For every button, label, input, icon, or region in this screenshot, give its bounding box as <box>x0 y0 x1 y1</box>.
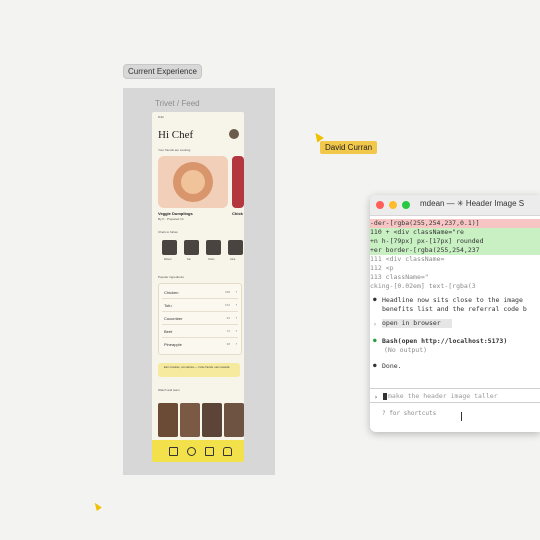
promo-text: Earn Cookies, not calories — Invite frie… <box>164 366 230 369</box>
input-divider <box>370 402 540 403</box>
recipe2-title: Chick <box>232 211 243 216</box>
frame-title[interactable]: Trivet / Feed <box>155 99 200 108</box>
recipe-author: By K · Prepared 1h <box>158 217 184 221</box>
pointer-cursor-icon <box>92 501 102 511</box>
collaborator-name: David Curran <box>320 141 378 154</box>
ingredient-count: 338 <box>224 290 230 294</box>
ingredient-count: 152 <box>224 303 230 307</box>
chevron-right-icon: › <box>235 302 237 307</box>
recipe-title: Veggie Dumplings <box>158 211 193 216</box>
search-icon[interactable] <box>187 447 196 456</box>
status-time: 9:41 <box>158 115 164 119</box>
chef-name: Kai <box>187 258 191 261</box>
chef-name: Orwin <box>208 258 215 261</box>
ingredient-name: Chicken <box>164 290 179 295</box>
chef-name: Robert <box>164 258 172 261</box>
ingredient-count: 94 <box>226 316 230 320</box>
chevron-right-icon: › <box>235 328 237 333</box>
recipe-card-2[interactable] <box>232 156 244 208</box>
tool-output: (No output) <box>384 346 428 354</box>
chef-avatar[interactable] <box>184 240 199 255</box>
chevron-right-icon: › <box>235 289 237 294</box>
prompt-chevron-icon: › <box>374 393 378 401</box>
home-icon[interactable] <box>169 447 178 456</box>
tab-bar <box>152 440 244 462</box>
add-icon[interactable] <box>205 447 214 456</box>
ingredient-count: 38 <box>226 342 230 346</box>
chef-avatar[interactable] <box>228 240 243 255</box>
video-thumbnail[interactable] <box>202 403 222 437</box>
chef-name: Gina <box>230 258 236 261</box>
assistant-message: benefits list and the referral code b <box>382 305 527 313</box>
ingredient-row[interactable]: Pineapple 38 › <box>162 339 238 350</box>
terminal-titlebar[interactable]: mdean — ✳ Header Image S <box>370 195 540 216</box>
terminal-title: mdean — ✳ Header Image S <box>420 199 525 208</box>
dumplings-image <box>173 162 213 202</box>
chef-hat-icon[interactable] <box>223 447 232 456</box>
ingredients-label: Popular ingredients <box>158 275 184 279</box>
terminal-window[interactable]: mdean — ✳ Header Image S -der-[rgba(255,… <box>370 195 540 432</box>
chef-avatar[interactable] <box>206 240 221 255</box>
chef-avatar[interactable] <box>162 240 177 255</box>
ingredient-count: 72 <box>226 329 230 333</box>
prompt-chevron-icon: › <box>373 320 377 328</box>
ingredient-row[interactable]: Beet 72 › <box>162 326 238 338</box>
prompt-input[interactable]: make the header image taller <box>388 392 498 400</box>
user-prompt: open in browser <box>382 319 452 328</box>
ingredient-name: Pineapple <box>164 342 182 347</box>
friends-label: Your friends are cooking <box>158 148 191 152</box>
chevron-right-icon: › <box>235 315 237 320</box>
chevron-right-icon: › <box>235 341 237 346</box>
diff-line: cking-[0.02em] text-[rgba(3 <box>370 282 476 290</box>
diff-line: 111 <div className= <box>370 255 445 263</box>
minimize-icon[interactable] <box>389 201 397 209</box>
diff-line-added: 110 + <div className="re <box>370 228 540 237</box>
ingredient-name: Cucumber <box>164 316 183 321</box>
input-divider <box>370 388 540 389</box>
close-icon[interactable] <box>376 201 384 209</box>
ingredient-name: Tofu <box>164 303 172 308</box>
diff-line-removed: -der-[rgba(255,254,237,0.1)] <box>370 219 540 228</box>
text-cursor-icon <box>461 412 462 421</box>
bullet-icon: ● <box>373 362 377 369</box>
phone-screen: 9:41 Hi Chef Your friends are cooking Ve… <box>152 112 244 462</box>
ingredient-row[interactable]: Chicken 338 › <box>162 287 238 299</box>
ingredients-list: Chicken 338 › Tofu 152 › Cucumber 94 › Beet 72 ›… <box>158 283 242 355</box>
avatar[interactable] <box>229 129 239 139</box>
frame-tag[interactable]: Current Experience <box>123 64 202 79</box>
diff-line-added: +er border-[rgba(255,254,237 <box>370 246 540 255</box>
maximize-icon[interactable] <box>402 201 410 209</box>
bullet-icon: ● <box>373 337 377 344</box>
greeting: Hi Chef <box>158 129 194 141</box>
watch-label: Watch and learn <box>158 388 180 392</box>
video-thumbnail[interactable] <box>158 403 178 437</box>
chefs-label: Chefs to follow <box>158 230 178 234</box>
ingredient-name: Beet <box>164 329 173 334</box>
text-caret <box>383 393 387 400</box>
video-thumbnail[interactable] <box>180 403 200 437</box>
shortcuts-hint: ? for shortcuts <box>382 410 437 417</box>
assistant-message: Done. <box>382 362 402 370</box>
assistant-message: Headline now sits close to the image <box>382 296 523 304</box>
tool-call: Bash(open http://localhost:5173) <box>382 337 508 345</box>
recipe-card[interactable] <box>158 156 228 208</box>
diff-line-added: +n h-[79px] px-[17px] rounded <box>370 237 540 246</box>
diff-line: 112 <p <box>370 264 394 272</box>
ingredient-row[interactable]: Cucumber 94 › <box>162 313 238 325</box>
ingredient-row[interactable]: Tofu 152 › <box>162 300 238 312</box>
bullet-icon: ● <box>373 296 377 303</box>
diff-line: 113 className=" <box>370 273 429 281</box>
video-thumbnail[interactable] <box>224 403 244 437</box>
